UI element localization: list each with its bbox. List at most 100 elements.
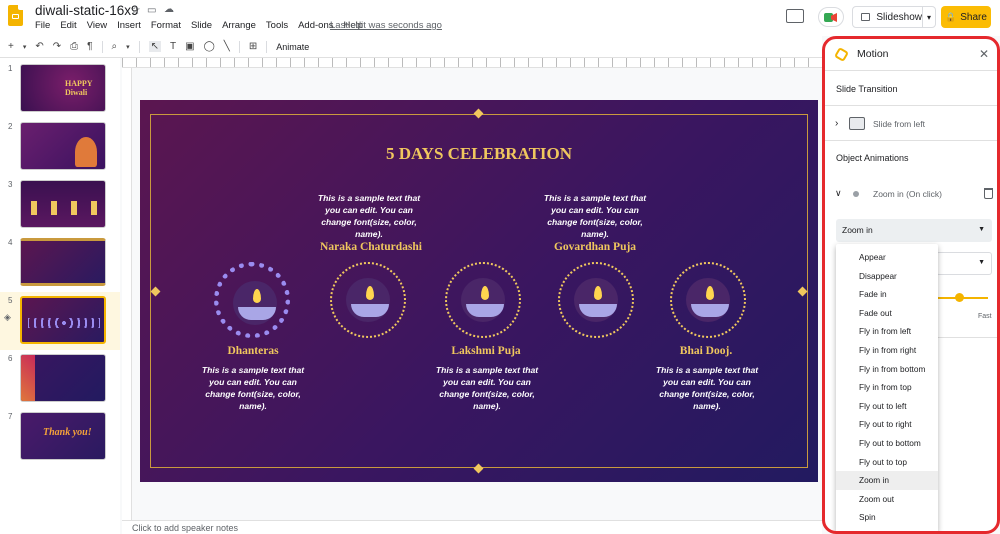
dropdown-option[interactable]: Fly out to left [836, 397, 938, 416]
filmstrip-item[interactable]: 1 HAPPY Diwali [0, 60, 120, 118]
slide-thumbnail[interactable] [20, 122, 106, 170]
chevron-down-icon[interactable]: ∨ [835, 188, 842, 199]
new-slide-icon[interactable]: + [8, 41, 14, 52]
diya-illustration[interactable] [558, 262, 634, 338]
animation-item[interactable]: ∨ Zoom in (On click) [825, 177, 997, 211]
redo-icon[interactable]: ↷ [53, 41, 61, 52]
slide-thumbnail[interactable] [20, 354, 106, 402]
menu-arrange[interactable]: Arrange [222, 20, 256, 31]
zoom-dropdown-icon[interactable]: ▾ [126, 43, 130, 51]
slide-thumbnail[interactable] [20, 180, 106, 228]
toolbar-divider [101, 40, 103, 53]
menu-insert[interactable]: Insert [117, 20, 141, 31]
filmstrip-item[interactable]: 4 [0, 234, 120, 292]
menu-tools[interactable]: Tools [266, 20, 288, 31]
horizontal-ruler[interactable] [122, 58, 822, 68]
animation-type-select[interactable]: Zoom in ▼ [836, 219, 992, 242]
dropdown-option-selected[interactable]: Zoom in [836, 471, 938, 490]
object-animations-heading: Object Animations [836, 153, 909, 163]
dropdown-option[interactable]: Fly in from left [836, 322, 938, 341]
menu-addons[interactable]: Add-ons [298, 20, 333, 31]
text-box-icon[interactable]: T [170, 41, 176, 52]
shape-icon[interactable]: ◯ [204, 41, 215, 52]
comments-icon[interactable] [786, 9, 804, 23]
share-button[interactable]: 🔒 Share [941, 6, 991, 28]
menu-edit[interactable]: Edit [60, 20, 76, 31]
item-description[interactable]: This is a sample text that you can edit.… [198, 364, 308, 412]
thumb-text: Thank you! [43, 427, 92, 438]
menu-format[interactable]: Format [151, 20, 181, 31]
document-title[interactable]: diwali-static-16x9 [35, 3, 139, 18]
item-description[interactable]: This is a sample text that you can edit.… [540, 192, 650, 240]
last-edit-link[interactable]: Last edit was seconds ago [330, 20, 442, 31]
item-name[interactable]: Govardhan Puja [515, 241, 675, 253]
line-icon[interactable]: ╲ [224, 41, 230, 52]
dropdown-arrow-icon: ▼ [978, 259, 985, 266]
filmstrip-item[interactable]: 2 [0, 118, 120, 176]
slides-logo-icon[interactable] [8, 5, 23, 26]
meet-icon[interactable] [818, 7, 844, 27]
slide-thumbnail[interactable] [20, 238, 106, 286]
item-name[interactable]: Naraka Chaturdashi [291, 241, 451, 253]
slideshow-dropdown-icon[interactable]: ▾ [921, 7, 935, 27]
slide-thumbnail[interactable] [20, 296, 106, 344]
trash-icon[interactable] [984, 188, 993, 199]
transition-thumbnail-icon [849, 117, 865, 130]
paint-format-icon[interactable]: ¶ [87, 41, 92, 52]
move-folder-icon[interactable]: ▭ [147, 5, 156, 16]
slide-number: 3 [8, 180, 13, 189]
slide-thumbnail[interactable]: Thank you! [20, 412, 106, 460]
star-icon[interactable]: ☆ [130, 3, 141, 17]
dropdown-option[interactable]: Spin [836, 508, 938, 527]
dropdown-option[interactable]: Disappear [836, 267, 938, 286]
zoom-icon[interactable]: ⌕ [112, 41, 118, 52]
speaker-notes[interactable]: Click to add speaker notes [122, 520, 822, 534]
select-icon[interactable]: ↖ [148, 41, 162, 52]
item-name[interactable]: Dhanteras [173, 345, 333, 357]
close-icon[interactable]: ✕ [979, 47, 989, 61]
toolbar: + ▾ ↶ ↷ ⎙ ¶ ⌕ ▾ ↖ T ▣ ◯ ╲ ⊞ Animate [0, 36, 822, 58]
dropdown-option[interactable]: Fly out to bottom [836, 434, 938, 453]
undo-icon[interactable]: ↶ [35, 41, 43, 52]
menu-file[interactable]: File [35, 20, 50, 31]
slide-title[interactable]: 5 DAYS CELEBRATION [140, 144, 818, 164]
slide-canvas[interactable]: 5 DAYS CELEBRATION This is a sample text… [140, 100, 818, 482]
animate-button[interactable]: Animate [276, 42, 309, 52]
lock-icon: 🔒 [945, 11, 957, 22]
menu-slide[interactable]: Slide [191, 20, 212, 31]
print-icon[interactable]: ⎙ [70, 41, 78, 52]
vertical-ruler[interactable] [122, 68, 132, 528]
item-name[interactable]: Lakshmi Puja [406, 345, 566, 357]
dropdown-option[interactable]: Fly out to top [836, 453, 938, 472]
menu-view[interactable]: View [87, 20, 107, 31]
filmstrip-item[interactable]: 6 [0, 350, 120, 408]
trigger-select[interactable]: ▼ [936, 252, 992, 275]
filmstrip-item[interactable]: 5 ◈ [0, 292, 120, 350]
filmstrip-item[interactable]: 7 Thank you! [0, 408, 120, 466]
diya-illustration[interactable] [214, 262, 290, 338]
slide-transition-row[interactable]: › Slide from left [825, 105, 997, 141]
speed-slider-handle[interactable] [955, 293, 964, 302]
filmstrip-item[interactable]: 3 [0, 176, 120, 234]
dropdown-option[interactable]: Appear [836, 248, 938, 267]
diya-illustration[interactable] [330, 262, 406, 338]
dropdown-option[interactable]: Fly in from right [836, 341, 938, 360]
diya-illustration[interactable] [445, 262, 521, 338]
item-description[interactable]: This is a sample text that you can edit.… [314, 192, 424, 240]
diya-illustration[interactable] [670, 262, 746, 338]
dropdown-option[interactable]: Fade in [836, 285, 938, 304]
item-description[interactable]: This is a sample text that you can edit.… [652, 364, 762, 412]
dropdown-option[interactable]: Fly in from top [836, 378, 938, 397]
dropdown-option[interactable]: Fly out to right [836, 415, 938, 434]
item-description[interactable]: This is a sample text that you can edit.… [432, 364, 542, 412]
add-comment-icon[interactable]: ⊞ [249, 41, 257, 52]
new-slide-dropdown-icon[interactable]: ▾ [23, 43, 27, 51]
chevron-right-icon[interactable]: › [835, 118, 838, 129]
image-icon[interactable]: ▣ [185, 41, 194, 52]
slideshow-button[interactable]: Slideshow ▾ [852, 6, 936, 28]
item-name[interactable]: Bhai Dooj. [626, 345, 786, 357]
dropdown-option[interactable]: Zoom out [836, 490, 938, 509]
dropdown-option[interactable]: Fade out [836, 304, 938, 323]
slide-thumbnail[interactable]: HAPPY Diwali [20, 64, 106, 112]
dropdown-option[interactable]: Fly in from bottom [836, 360, 938, 379]
